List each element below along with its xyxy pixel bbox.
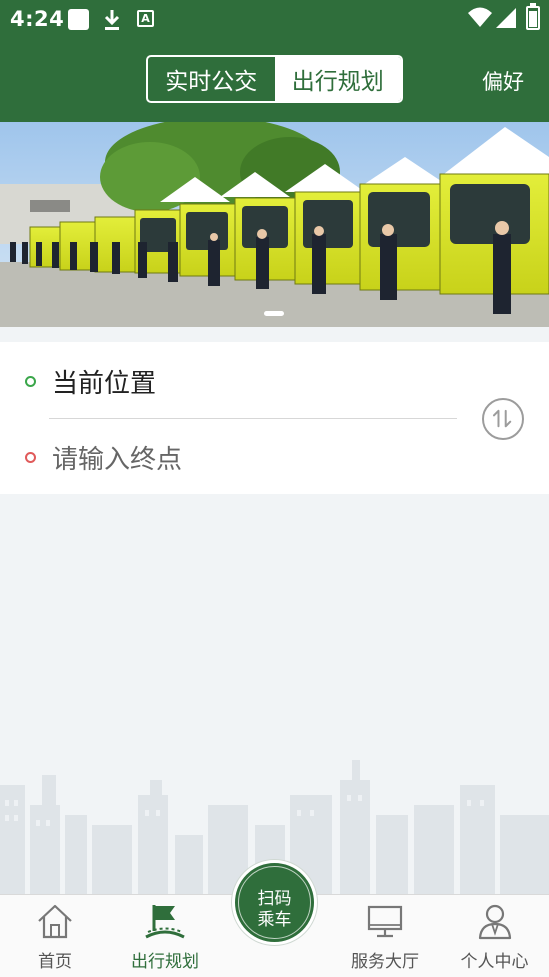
nav-service-hall-label: 服务大厅 [351,952,419,972]
route-planner-card: 当前位置 请输入终点 [0,342,549,494]
preferences-button[interactable]: 偏好 [482,66,524,96]
end-point-icon [25,451,36,463]
status-bar: 4:24 A [0,0,549,38]
nav-home[interactable]: 首页 [0,895,110,977]
flag-icon [145,905,185,939]
nav-trip-planning[interactable]: 出行规划 [110,895,220,977]
notification-square-icon [68,9,89,30]
nav-home-label: 首页 [38,952,72,972]
start-location-text: 当前位置 [52,368,157,399]
banner-carousel[interactable] [0,122,549,327]
nav-trip-planning-label: 出行规划 [131,952,199,972]
nav-personal-center-label: 个人中心 [460,952,529,972]
swap-icon[interactable] [482,398,524,440]
nav-personal-center[interactable]: 个人中心 [440,895,549,977]
scan-to-ride-button[interactable]: 扫码 乘车 [232,860,317,945]
destination-placeholder: 请输入终点 [52,444,183,475]
wifi-icon [468,7,492,27]
mode-segmented-control: 实时公交 出行规划 [146,55,403,103]
start-location-field[interactable]: 当前位置 [0,346,470,416]
status-time: 4:24 [10,7,65,31]
a-icon: A [137,10,154,27]
person-icon [478,904,511,940]
route-divider [49,418,457,419]
carousel-indicator [264,311,284,316]
start-point-icon [25,375,36,387]
destination-field[interactable]: 请输入终点 [0,422,470,492]
signal-icon [496,8,516,28]
battery-icon [526,3,540,30]
tab-trip-planning[interactable]: 出行规划 [274,57,401,101]
download-icon [104,10,120,30]
app-bar: 实时公交 出行规划 偏好 [0,38,549,122]
bus-fleet-photo [0,122,549,327]
monitor-icon [367,905,403,938]
tab-realtime-bus[interactable]: 实时公交 [148,57,275,101]
scan-button-line2: 乘车 [257,910,292,930]
home-icon [38,904,72,939]
nav-service-hall[interactable]: 服务大厅 [330,895,440,977]
